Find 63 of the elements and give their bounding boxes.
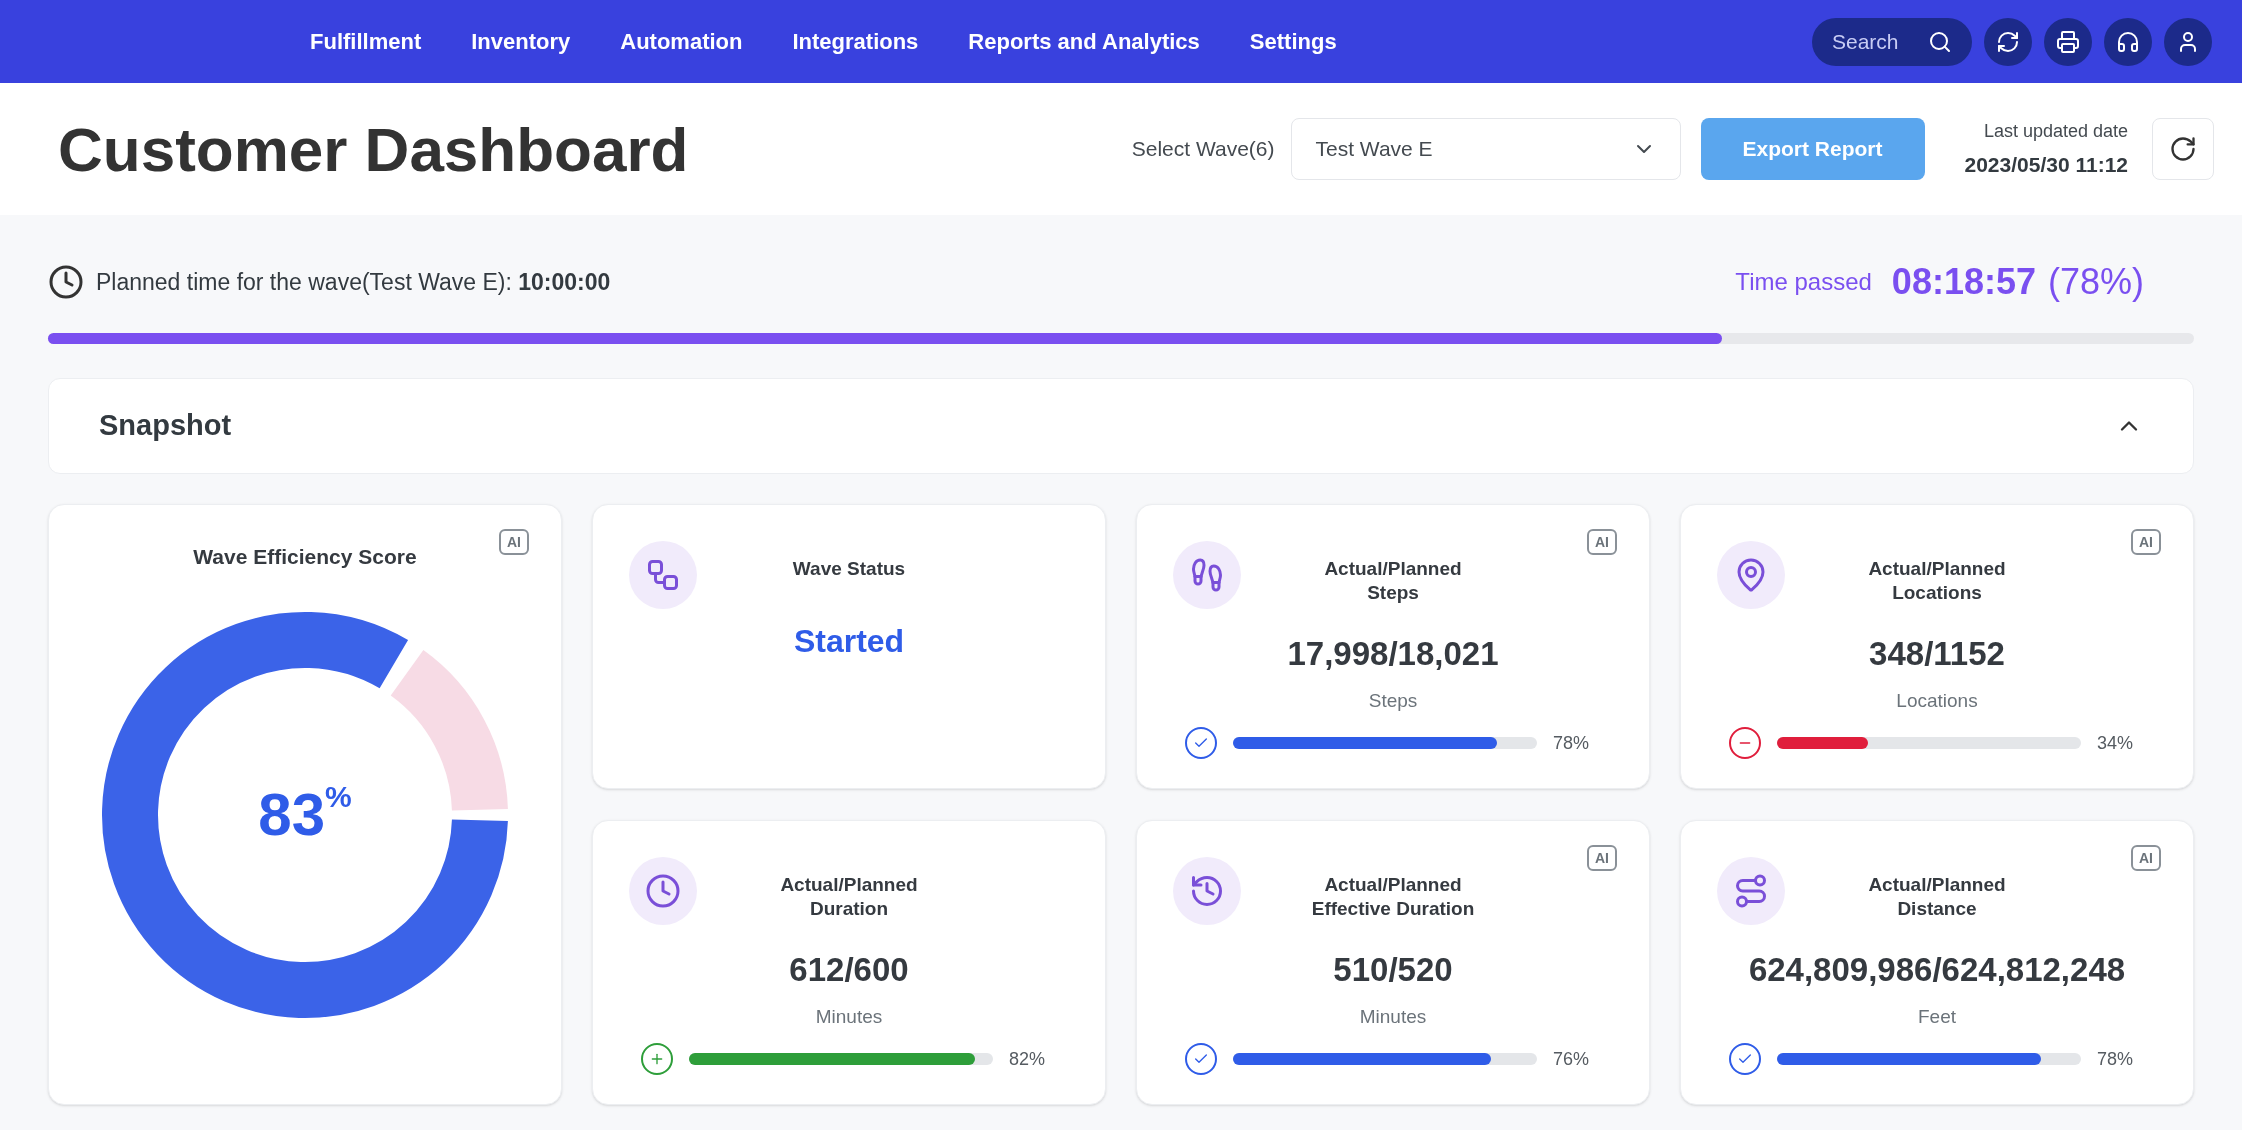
sync-icon — [1996, 29, 2020, 54]
page-title: Customer Dashboard — [58, 113, 689, 186]
refresh-button[interactable] — [1984, 17, 2032, 66]
score-value: 83% — [258, 778, 352, 850]
printer-icon — [2056, 29, 2080, 54]
nav-link[interactable]: Integrations — [792, 25, 919, 58]
search-icon — [1928, 29, 1952, 54]
ai-badge: AI — [1587, 529, 1617, 555]
footprints-icon — [1189, 557, 1225, 593]
nav-link[interactable]: Automation — [620, 25, 743, 58]
percent-text: 78% — [1553, 731, 1591, 755]
card-title: Actual/Planned Steps — [1324, 557, 1462, 605]
clock-icon — [645, 873, 681, 909]
percent-text: 78% — [2097, 1047, 2135, 1071]
snapshot-title: Snapshot — [99, 408, 232, 444]
metric-value: 612/600 — [789, 950, 909, 990]
nav-link[interactable]: Settings — [1249, 25, 1337, 58]
card-title: Wave Status — [792, 557, 906, 581]
metric-unit: Minutes — [1359, 1004, 1427, 1029]
card-title: Actual/Planned Locations — [1868, 557, 2006, 605]
percent-text: 82% — [1009, 1047, 1047, 1071]
headset-icon — [2116, 29, 2140, 54]
metric-unit: Steps — [1368, 688, 1418, 713]
time-passed-label: Time passed — [1735, 267, 1872, 297]
metric-unit: Locations — [1896, 688, 1978, 713]
print-button[interactable] — [2044, 17, 2092, 66]
planned-time-text: Planned time for the wave(Test Wave E): 10:00:00 — [96, 267, 611, 297]
card-title: Actual/Planned Distance — [1868, 873, 2006, 921]
metric-unit: Minutes — [815, 1004, 883, 1029]
time-passed-percent: (78%) — [2047, 260, 2144, 304]
updated-label: Last updated date — [1983, 119, 2128, 143]
support-button[interactable] — [2104, 17, 2152, 66]
reload-icon — [2169, 135, 2197, 163]
status-text: Started — [793, 622, 905, 661]
card-title: Wave Efficiency Score — [193, 544, 417, 570]
metric-value: 510/520 — [1333, 950, 1453, 990]
nav-link[interactable]: Fulfillment — [310, 25, 422, 58]
route-icon — [1733, 873, 1769, 909]
card-title: Actual/Planned Effective Duration — [1311, 873, 1475, 921]
clock-history-icon — [1189, 873, 1225, 909]
metric-value: 17,998/18,021 — [1287, 634, 1499, 674]
metric-unit: Feet — [1918, 1004, 1956, 1029]
metric-value: 348/1152 — [1869, 634, 2005, 674]
percent-text: 34% — [2097, 731, 2135, 755]
search-field[interactable]: Search — [1812, 17, 1972, 66]
clock-icon — [48, 264, 84, 300]
nav-link[interactable]: Inventory — [471, 25, 571, 58]
ai-badge: AI — [499, 529, 529, 555]
nodes-icon — [645, 557, 681, 593]
wave-label: Select Wave(6) — [1131, 136, 1275, 163]
percent-text: 76% — [1553, 1047, 1591, 1071]
metric-value: 624,809,986/624,812,248 — [1748, 950, 2126, 990]
search-input[interactable]: Search — [1832, 25, 1916, 58]
time-passed-value: 08:18:57 — [1891, 260, 2036, 304]
ai-badge: AI — [2131, 845, 2161, 871]
nav-link[interactable]: Reports and Analytics — [968, 25, 1200, 58]
reload-button[interactable] — [2152, 118, 2214, 180]
ai-badge: AI — [2131, 529, 2161, 555]
card-title: Actual/Planned Duration — [780, 873, 918, 921]
profile-button[interactable] — [2164, 17, 2212, 66]
wave-select[interactable]: Test Wave E — [1290, 118, 1681, 180]
updated-date: 2023/05/30 11:12 — [1964, 151, 2128, 178]
ai-badge: AI — [1587, 845, 1617, 871]
